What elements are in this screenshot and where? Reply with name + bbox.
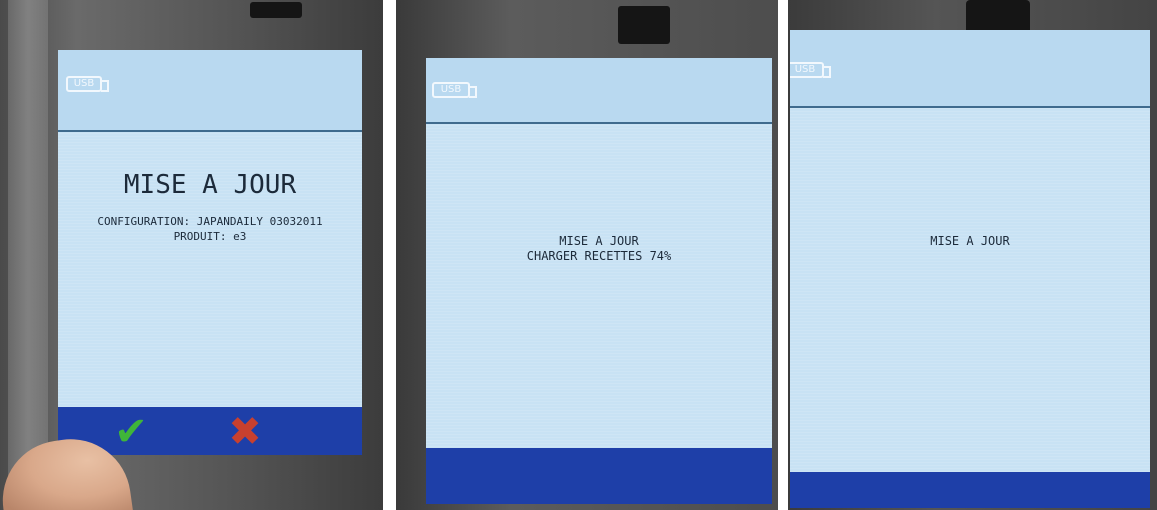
device-bezel <box>8 0 48 510</box>
mount-bracket <box>618 6 670 44</box>
status-bar: USB <box>58 50 362 132</box>
device-screen: USB MISE A JOUR <box>790 30 1150 508</box>
status-bar: USB <box>426 58 772 124</box>
usb-icon: USB <box>66 76 109 92</box>
bottom-bar <box>790 472 1150 508</box>
usb-icon: USB <box>432 82 477 98</box>
photo-update-confirm: USB MISE A JOUR CONFIGURATION: JAPANDAIL… <box>0 0 383 510</box>
check-icon[interactable]: ✔ <box>108 409 154 455</box>
action-bar: ✔ ✖ <box>58 407 362 455</box>
device-screen: USB MISE A JOUR CONFIGURATION: JAPANDAIL… <box>58 50 362 455</box>
configuration-line: CONFIGURATION: JAPANDAILY 03032011 <box>97 215 323 228</box>
product-line: PRODUIT: e3 <box>173 230 247 243</box>
screen-title: MISE A JOUR <box>123 170 297 200</box>
status-bar: USB <box>790 30 1150 108</box>
screen-title: MISE A JOUR <box>930 234 1010 248</box>
usb-icon: USB <box>790 62 831 78</box>
photo-update-status: USB MISE A JOUR <box>788 0 1157 510</box>
photo-update-progress: USB MISE A JOUR CHARGER RECETTES 74% <box>396 0 778 510</box>
mount-bracket <box>250 2 302 18</box>
progress-text: CHARGER RECETTES 74% <box>526 249 672 263</box>
device-screen: USB MISE A JOUR CHARGER RECETTES 74% <box>426 58 772 504</box>
cross-icon[interactable]: ✖ <box>222 409 268 455</box>
bottom-bar <box>426 448 772 504</box>
screen-title: MISE A JOUR <box>559 234 639 248</box>
